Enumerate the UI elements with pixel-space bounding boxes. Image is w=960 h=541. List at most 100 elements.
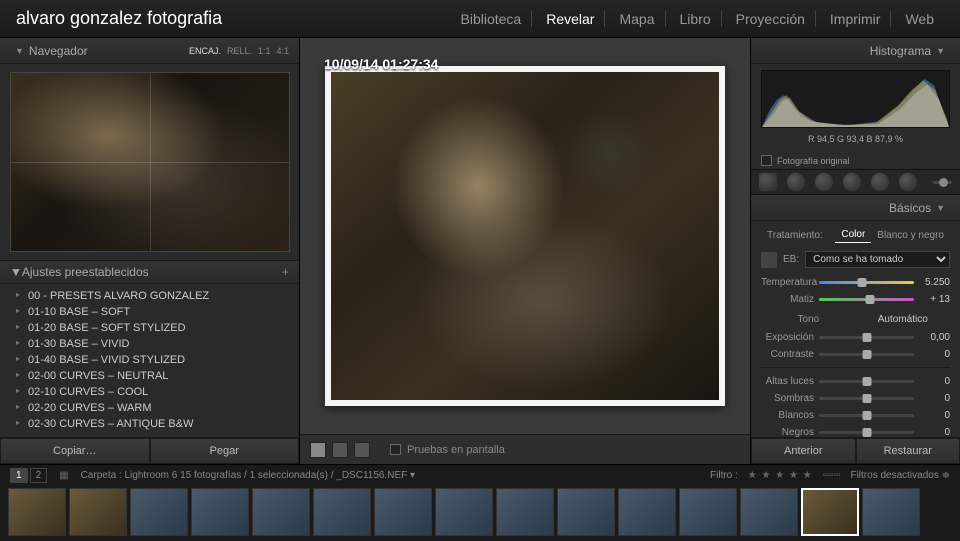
grad-tool-icon[interactable]: [843, 173, 861, 191]
treatment-color[interactable]: Color: [835, 227, 871, 243]
temp-slider[interactable]: [819, 281, 914, 284]
thumbnail[interactable]: [557, 488, 615, 536]
preset-folder[interactable]: 01-20 BASE – SOFT STYLIZED: [0, 320, 299, 336]
thumbnail-selected[interactable]: [801, 488, 859, 536]
presets-list: 00 - PRESETS ALVARO GONZALEZ 01-10 BASE …: [0, 284, 299, 437]
reset-button[interactable]: Restaurar: [856, 438, 960, 464]
histogram-chart[interactable]: [761, 70, 950, 128]
module-biblioteca[interactable]: Biblioteca: [451, 11, 533, 27]
tool-strip: [751, 169, 960, 195]
thumbnail[interactable]: [435, 488, 493, 536]
thumbnail[interactable]: [679, 488, 737, 536]
tint-slider[interactable]: [819, 298, 914, 301]
zoom-fit[interactable]: ENCAJ.: [189, 46, 221, 56]
preset-folder[interactable]: 02-00 CURVES – NEUTRAL: [0, 368, 299, 384]
slider-value[interactable]: 0: [914, 427, 950, 438]
main-photo[interactable]: [325, 66, 725, 406]
copy-button[interactable]: Copiar…: [0, 438, 150, 464]
preset-folder[interactable]: 01-40 BASE – VIVID STYLIZED: [0, 352, 299, 368]
preset-folder[interactable]: 02-20 CURVES – WARM: [0, 400, 299, 416]
module-imprimir[interactable]: Imprimir: [820, 11, 892, 27]
filmstrip-path[interactable]: Carpeta : Lightroom 6 15 fotografías / 1…: [81, 470, 415, 481]
contrast-slider[interactable]: [819, 353, 914, 356]
whites-slider[interactable]: [819, 414, 914, 417]
presets-header[interactable]: ▼ Ajustes preestablecidos +: [0, 260, 299, 284]
treatment-bw[interactable]: Blanco y negro: [871, 228, 950, 243]
highlights-slider[interactable]: [819, 380, 914, 383]
module-mapa[interactable]: Mapa: [609, 11, 665, 27]
zoom-4-1[interactable]: 4:1: [276, 46, 289, 56]
original-checkbox[interactable]: [761, 155, 772, 166]
preset-folder[interactable]: 00 - PRESETS ALVARO GONZALEZ: [0, 288, 299, 304]
auto-button[interactable]: Automático: [856, 314, 951, 325]
paste-button[interactable]: Pegar: [150, 438, 300, 464]
zoom-fill[interactable]: RELL.: [227, 46, 252, 56]
module-proyeccion[interactable]: Proyección: [726, 11, 816, 27]
slider-label: Exposición: [761, 332, 819, 343]
thumbnail-strip[interactable]: [0, 485, 960, 541]
preset-folder[interactable]: 01-10 BASE – SOFT: [0, 304, 299, 320]
thumbnail[interactable]: [862, 488, 920, 536]
thumbnail[interactable]: [8, 488, 66, 536]
tint-value[interactable]: + 13: [914, 294, 950, 305]
module-revelar[interactable]: Revelar: [536, 11, 605, 27]
navigator-title: Navegador: [29, 44, 88, 58]
tone-label: Tono: [761, 314, 856, 325]
display-2[interactable]: 2: [30, 468, 48, 483]
flag-filter-icon[interactable]: ▫▫▫▫▫: [823, 470, 841, 481]
add-preset-icon[interactable]: +: [282, 265, 289, 279]
blacks-slider[interactable]: [819, 431, 914, 434]
brush-tool-icon[interactable]: [899, 173, 917, 191]
top-bar: alvaro gonzalez fotografia Biblioteca Re…: [0, 0, 960, 38]
module-libro[interactable]: Libro: [670, 11, 722, 27]
histogram-header[interactable]: Histograma ▼: [751, 38, 960, 64]
slider-label: Negros: [761, 427, 819, 438]
thumbnail[interactable]: [252, 488, 310, 536]
spot-tool-icon[interactable]: [787, 173, 805, 191]
slider-value[interactable]: 0: [914, 393, 950, 404]
zoom-1-1[interactable]: 1:1: [258, 46, 271, 56]
preset-folder[interactable]: 02-10 CURVES – COOL: [0, 384, 299, 400]
original-label: Fotografía original: [777, 156, 850, 166]
thumbnail[interactable]: [496, 488, 554, 536]
thumbnail[interactable]: [374, 488, 432, 536]
radial-tool-icon[interactable]: [871, 173, 889, 191]
temp-value[interactable]: 5.250: [914, 277, 950, 288]
slider-value[interactable]: 0,00: [914, 332, 950, 343]
display-1[interactable]: 1: [10, 468, 28, 483]
filters-off[interactable]: Filtros desactivados ≑: [850, 470, 950, 481]
loupe-view-icon[interactable]: [310, 442, 326, 458]
preset-folder[interactable]: 01-30 BASE – VIVID: [0, 336, 299, 352]
wb-dropper-icon[interactable]: [761, 252, 777, 268]
previous-button[interactable]: Anterior: [751, 438, 856, 464]
grid-icon[interactable]: ▦: [59, 470, 68, 481]
histogram-readout: R 94,5 G 93,4 B 87,9 %: [761, 134, 950, 144]
filter-stars[interactable]: ★ ★ ★ ★ ★: [748, 470, 813, 481]
thumbnail[interactable]: [313, 488, 371, 536]
thumbnail[interactable]: [191, 488, 249, 536]
redeye-tool-icon[interactable]: [815, 173, 833, 191]
exposure-slider[interactable]: [819, 336, 914, 339]
thumbnail[interactable]: [618, 488, 676, 536]
module-web[interactable]: Web: [895, 11, 944, 27]
compare-icon[interactable]: [354, 442, 370, 458]
thumbnail[interactable]: [740, 488, 798, 536]
thumbnail[interactable]: [69, 488, 127, 536]
wb-preset-select[interactable]: Como se ha tomado: [805, 251, 950, 268]
mask-slider[interactable]: [933, 181, 952, 184]
navigator-preview[interactable]: [10, 72, 290, 252]
original-photo-row[interactable]: Fotografía original: [751, 152, 960, 169]
basics-header[interactable]: Básicos ▼: [751, 195, 960, 221]
shadows-slider[interactable]: [819, 397, 914, 400]
soft-proof-checkbox[interactable]: [390, 444, 401, 455]
identity-plate: alvaro gonzalez fotografia: [16, 8, 451, 29]
navigator-header[interactable]: ▼ Navegador ENCAJ. RELL. 1:1 4:1: [0, 38, 299, 64]
slider-label: Altas luces: [761, 376, 819, 387]
before-after-icon[interactable]: [332, 442, 348, 458]
thumbnail[interactable]: [130, 488, 188, 536]
slider-value[interactable]: 0: [914, 349, 950, 360]
crop-tool-icon[interactable]: [759, 173, 777, 191]
slider-value[interactable]: 0: [914, 410, 950, 421]
slider-value[interactable]: 0: [914, 376, 950, 387]
preset-folder[interactable]: 02-30 CURVES – ANTIQUE B&W: [0, 416, 299, 432]
